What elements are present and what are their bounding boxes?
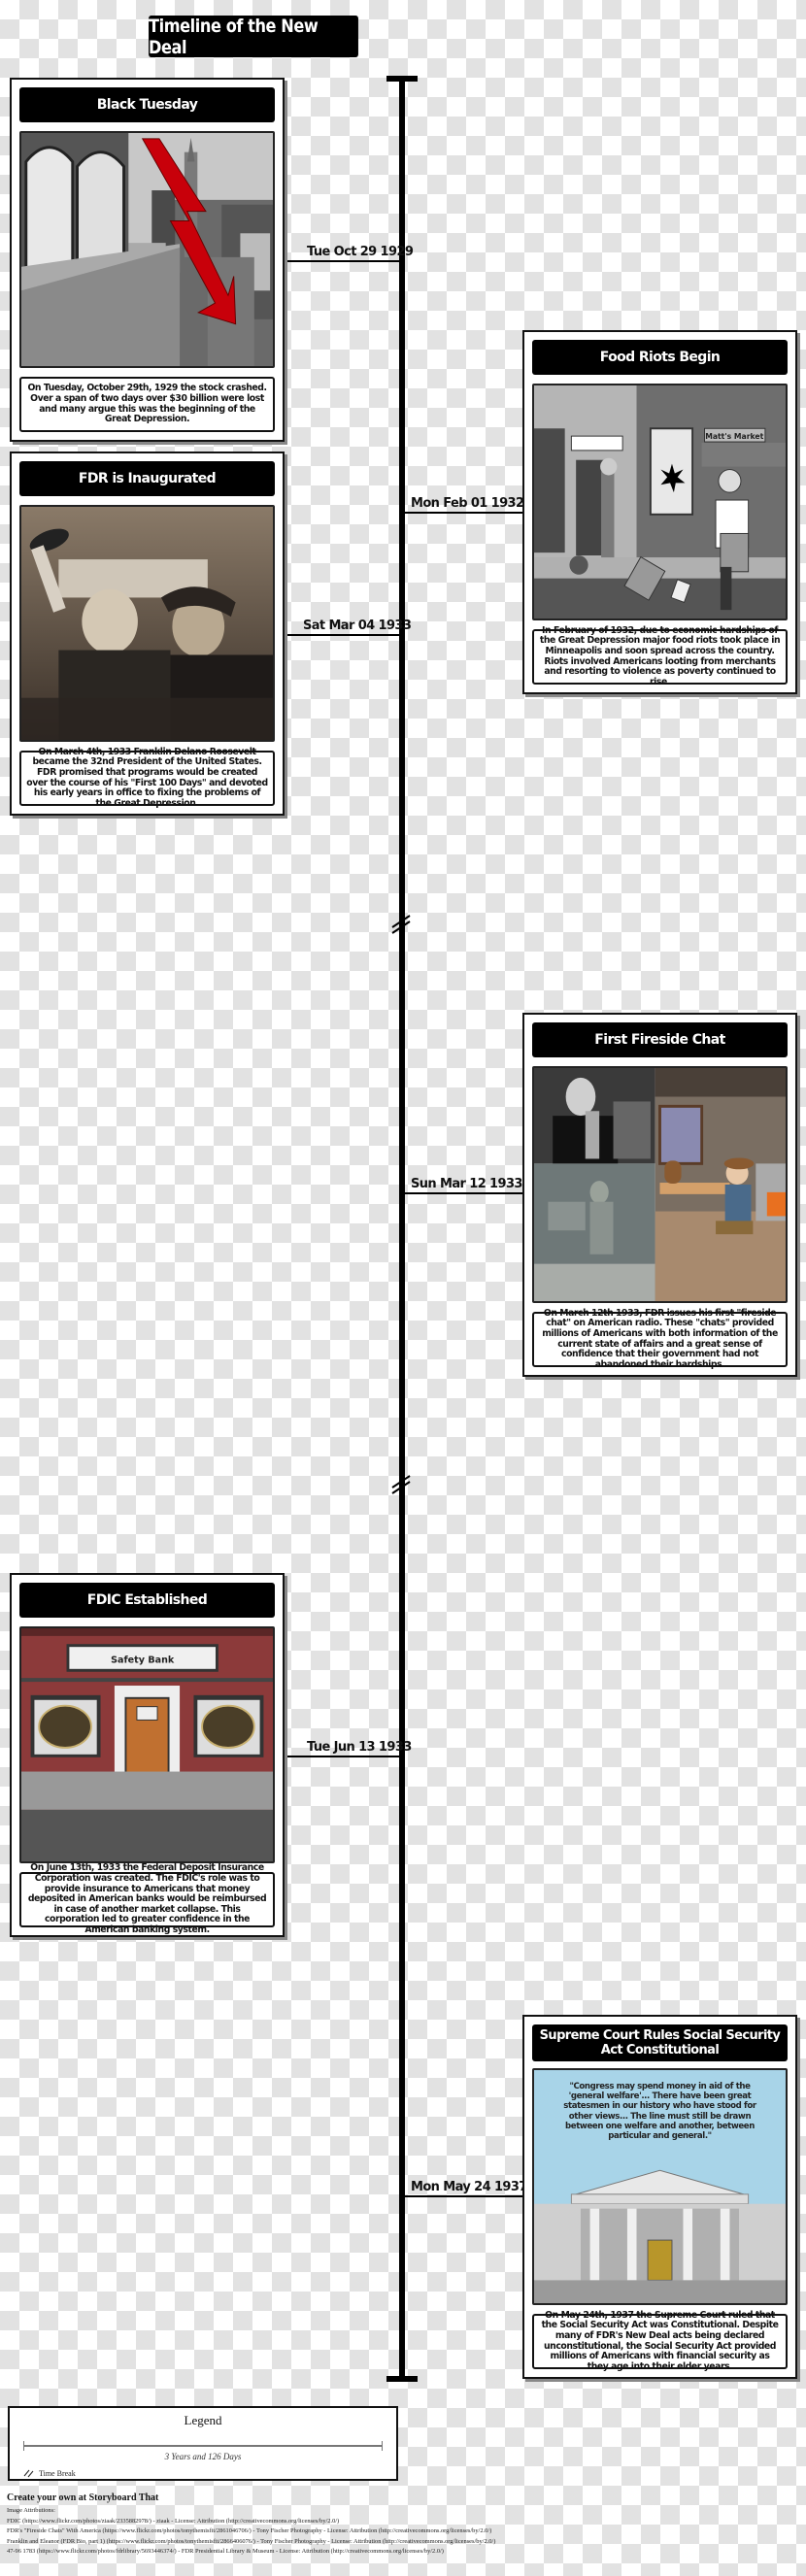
fireside-chat-collage <box>532 1066 788 1303</box>
event-date: Sun Mar 12 1933 <box>411 1177 522 1191</box>
event-description: In February of 1932, due to economic har… <box>532 625 788 686</box>
attribution-line: FDR's "Fireside Chats" With America (htt… <box>7 2527 492 2535</box>
legend-span: 3 Years and 126 Days <box>164 2452 242 2461</box>
time-break-icon <box>391 1475 411 1494</box>
axis-end-cap <box>386 2376 418 2382</box>
event-description: On June 13th, 1933 the Federal Deposit I… <box>19 1863 275 1935</box>
timeline-axis <box>399 78 405 2379</box>
event-connector <box>285 260 400 262</box>
event-title: Supreme Court Rules Social Security Act … <box>532 2024 788 2061</box>
axis-start-cap <box>386 76 418 82</box>
event-date: Mon Feb 01 1932 <box>411 496 524 511</box>
attribution-line: 47-96 1783 (https://www.flickr.com/photo… <box>7 2548 444 2556</box>
time-break-icon <box>23 2469 34 2478</box>
event-card-black-tuesday: Black Tuesday On Tuesday, October 29th, … <box>10 78 285 442</box>
event-date: Tue Jun 13 1933 <box>307 1740 412 1755</box>
event-card-fdr-inaugurated: FDR is Inaugurated On March 4th, 1933 Fr… <box>10 452 285 816</box>
footer: Create your own at Storyboard That Image… <box>7 2492 803 2558</box>
event-title: Black Tuesday <box>19 87 275 122</box>
event-connector <box>404 1192 522 1194</box>
legend-break-label: Time Break <box>39 2469 76 2478</box>
event-card-food-riots: Food Riots Begin Matt's Market In Februa… <box>522 330 797 694</box>
safety-bank-illustration: Safety Bank <box>19 1626 275 1863</box>
supreme-court-illustration: "Congress may spend money in aid of the … <box>532 2068 788 2305</box>
attribution-line: Franklin and Eleanor (FDR Bio, part 1) (… <box>7 2537 496 2545</box>
event-date: Tue Oct 29 1929 <box>307 245 414 259</box>
storyboard-that-link[interactable]: Create your own at Storyboard That <box>7 2492 803 2503</box>
attributions-label: Image Attributions: <box>7 2507 55 2514</box>
timeline-title-text: Timeline of the New Deal <box>149 15 319 58</box>
event-card-fireside-chat: First Fireside Chat On March 12th 1933, … <box>522 1013 797 1377</box>
event-date: Mon May 24 1937 <box>411 2180 527 2194</box>
event-connector <box>285 634 400 636</box>
market-sign: Matt's Market <box>705 432 763 441</box>
event-date: Sat Mar 04 1933 <box>303 619 412 633</box>
legend-title: Legend <box>184 2413 222 2427</box>
legend-scale-bar <box>23 2441 383 2451</box>
event-description: On Tuesday, October 29th, 1929 the stock… <box>19 377 275 432</box>
event-card-supreme-court: Supreme Court Rules Social Security Act … <box>522 2015 797 2379</box>
bank-sign: Safety Bank <box>111 1655 175 1665</box>
event-description: On May 24th, 1937 the Supreme Court rule… <box>532 2310 788 2371</box>
event-title: FDR is Inaugurated <box>19 461 275 496</box>
time-break-icon <box>391 915 411 934</box>
stock-crash-illustration <box>19 131 275 368</box>
legend: Legend 3 Years and 126 Days Time Break <box>8 2406 398 2481</box>
legend-break-entry: Time Break <box>23 2469 76 2478</box>
event-description: On March 12th 1933, FDR issues his first… <box>532 1308 788 1369</box>
street-riot-illustration: Matt's Market <box>532 384 788 620</box>
event-connector <box>404 2195 522 2197</box>
event-title: First Fireside Chat <box>532 1022 788 1057</box>
event-title: Food Riots Begin <box>532 340 788 375</box>
event-description: On March 4th, 1933 Franklin Delano Roose… <box>19 747 275 808</box>
attribution-line: FDIC (https://www.flickr.com/photos/ziaa… <box>7 2517 340 2525</box>
timeline-title: Timeline of the New Deal <box>149 15 358 58</box>
event-card-fdic: FDIC Established Safety Bank On June 13t… <box>10 1573 285 1937</box>
event-connector <box>404 512 522 514</box>
event-title: FDIC Established <box>19 1583 275 1618</box>
fdr-inauguration-photo <box>19 505 275 742</box>
event-connector <box>285 1756 400 1757</box>
